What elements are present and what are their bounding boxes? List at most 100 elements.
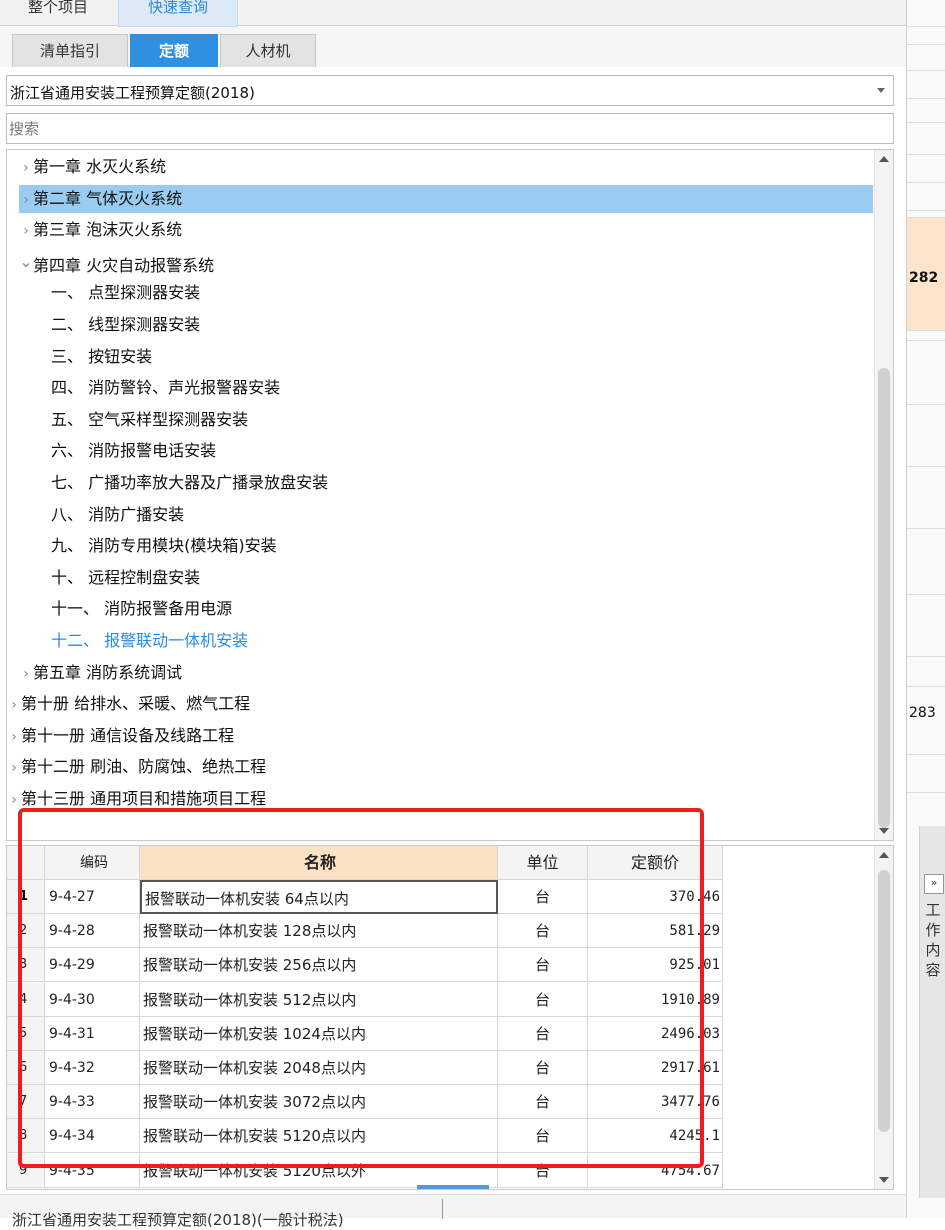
- tree-node-label: 九、 消防专用模块(模块箱)安装: [51, 536, 277, 556]
- tree-node[interactable]: 五、 空气采样型探测器安装: [51, 406, 248, 434]
- tree-node-label: 十一、 消防报警备用电源: [51, 599, 233, 619]
- grid-line: [907, 26, 945, 27]
- tree-node[interactable]: 六、 消防报警电话安装: [51, 437, 216, 465]
- chevron-down-icon[interactable]: [877, 88, 885, 93]
- tree-node-label: 第三章 泡沫灭火系统: [33, 220, 183, 240]
- chevron-right-icon[interactable]: ›: [7, 723, 21, 751]
- header-filler: [723, 846, 875, 880]
- row-filler: [723, 1119, 875, 1153]
- tree-node[interactable]: › 第十二册 刷油、防腐蚀、绝热工程: [7, 753, 266, 781]
- tree-node[interactable]: › 第一章 水灭火系统: [19, 153, 166, 181]
- splitter-handle[interactable]: [417, 1185, 489, 1189]
- sub-tab-bar: 清单指引 定额 人材机: [0, 27, 906, 67]
- tab-quota[interactable]: 定额: [130, 34, 218, 67]
- tree-node-label: 六、 消防报警电话安装: [51, 441, 217, 461]
- tab-labor-material-machine[interactable]: 人材机: [220, 34, 316, 67]
- row-filler: [723, 914, 875, 948]
- right-cell-value: 282: [909, 270, 939, 286]
- chevron-right-icon[interactable]: ›: [19, 186, 33, 214]
- right-cell-value-2: 283: [909, 705, 936, 721]
- grid-line: [907, 98, 945, 99]
- tab-whole-project[interactable]: 整个项目: [12, 0, 104, 26]
- tree-node[interactable]: › 第五章 消防系统调试: [19, 659, 182, 687]
- grid-line: [907, 466, 945, 467]
- grid-line: [907, 70, 945, 71]
- tree-node[interactable]: › 第十册 给排水、采暖、燃气工程: [7, 690, 250, 718]
- row-filler: [723, 880, 875, 914]
- scroll-up-icon[interactable]: [879, 156, 889, 162]
- tree-node-label: 第十一册 通信设备及线路工程: [21, 725, 235, 745]
- tree-node-label: 第十册 给排水、采暖、燃气工程: [21, 694, 251, 714]
- chevron-right-icon[interactable]: ›: [7, 754, 21, 782]
- expand-icon[interactable]: »: [924, 874, 944, 894]
- tree-node-label: 七、 广播功率放大器及广播录放盘安装: [51, 473, 329, 492]
- tree-node-label: 十二、 报警联动一体机安装: [51, 631, 249, 650]
- tree-node-label: 十、 远程控制盘安装: [51, 567, 201, 587]
- row-filler: [723, 1154, 875, 1188]
- tree-node-label: 八、 消防广播安装: [51, 504, 185, 524]
- grid-line: [907, 686, 945, 687]
- search-field[interactable]: [6, 113, 894, 144]
- grid-line: [907, 754, 945, 755]
- status-text: 浙江省通用安装工程预算定额(2018)(一般计税法): [12, 1211, 344, 1229]
- grid-line: [907, 528, 945, 529]
- quota-library-select[interactable]: 浙江省通用安装工程预算定额(2018): [6, 75, 894, 106]
- tab-quick-query[interactable]: 快速查询: [118, 0, 238, 27]
- grid-line: [907, 792, 945, 793]
- tree-node-label: 第二章 气体灭火系统: [33, 188, 183, 208]
- tree-node[interactable]: 十二、 报警联动一体机安装: [51, 627, 248, 655]
- chevron-right-icon[interactable]: ›: [19, 217, 33, 245]
- tree-scroll-thumb[interactable]: [878, 368, 890, 828]
- tree-node-label: 四、 消防警铃、声光报警器安装: [51, 378, 281, 398]
- tree-node[interactable]: 四、 消防警铃、声光报警器安装: [51, 374, 280, 402]
- grid-line: [907, 594, 945, 595]
- scroll-up-icon[interactable]: [879, 852, 889, 858]
- search-input[interactable]: [7, 114, 879, 143]
- top-tab-bar: 整个项目 快速查询: [0, 0, 906, 27]
- tree-node[interactable]: › 第十一册 通信设备及线路工程: [7, 722, 234, 750]
- chevron-right-icon[interactable]: ›: [19, 660, 33, 688]
- highlight-annotation: [18, 808, 704, 1168]
- grid-line: [907, 210, 945, 211]
- table-scroll-thumb[interactable]: [878, 870, 890, 1132]
- tree-node-label: 一、 点型探测器安装: [51, 283, 201, 303]
- table-scrollbar[interactable]: [874, 846, 893, 1189]
- tree-node[interactable]: ⌄第四章 火灾自动报警系统: [19, 248, 214, 276]
- status-bar: 浙江省通用安装工程预算定额(2018)(一般计税法): [0, 1194, 906, 1229]
- chevron-down-icon[interactable]: ⌄: [19, 248, 33, 276]
- right-side-panel: 282 283 » 工作内容: [906, 0, 945, 1218]
- tab-bill-guide[interactable]: 清单指引: [12, 34, 128, 67]
- grid-line: [907, 656, 945, 657]
- quota-tree: › 第一章 水灭火系统 › 第二章 气体灭火系统 › 第三章 泡沫灭火系统 ⌄第四章 火灾自…: [6, 149, 894, 841]
- tree-node-label: 第五章 消防系统调试: [33, 662, 183, 682]
- tree-node[interactable]: 一、 点型探测器安装: [51, 279, 200, 307]
- right-cell-highlighted[interactable]: 282: [907, 217, 945, 331]
- tree-node[interactable]: 二、 线型探测器安装: [51, 311, 200, 339]
- tree-node[interactable]: 三、 按钮安装: [51, 343, 152, 371]
- grid-line: [907, 44, 945, 45]
- tree-node[interactable]: 八、 消防广播安装: [51, 501, 184, 529]
- tree-node[interactable]: 十、 远程控制盘安装: [51, 564, 200, 592]
- tree-node-label: 五、 空气采样型探测器安装: [51, 409, 249, 429]
- tree-node-label: 第十三册 通用项目和措施项目工程: [21, 789, 267, 808]
- work-content-panel: » 工作内容: [919, 826, 945, 1198]
- scroll-down-icon[interactable]: [879, 828, 889, 834]
- grid-line: [907, 340, 945, 341]
- work-content-label[interactable]: 工作内容: [924, 900, 942, 980]
- grid-line: [907, 154, 945, 155]
- tree-node[interactable]: › 第二章 气体灭火系统: [19, 184, 873, 214]
- status-separator: [442, 1199, 443, 1219]
- tree-node[interactable]: › 第三章 泡沫灭火系统: [19, 216, 182, 244]
- tree-node-label: 第十二册 刷油、防腐蚀、绝热工程: [21, 757, 267, 777]
- tree-node[interactable]: 十一、 消防报警备用电源: [51, 595, 232, 623]
- scroll-down-icon[interactable]: [879, 1177, 889, 1183]
- tree-node[interactable]: 七、 广播功率放大器及广播录放盘安装: [51, 469, 328, 497]
- chevron-right-icon[interactable]: ›: [19, 154, 33, 182]
- tree-scrollbar[interactable]: [874, 150, 893, 840]
- row-filler: [723, 1051, 875, 1085]
- row-filler: [723, 1085, 875, 1119]
- chevron-right-icon[interactable]: ›: [7, 691, 21, 719]
- row-filler: [723, 983, 875, 1017]
- tree-node[interactable]: 九、 消防专用模块(模块箱)安装: [51, 532, 277, 560]
- grid-line: [907, 122, 945, 123]
